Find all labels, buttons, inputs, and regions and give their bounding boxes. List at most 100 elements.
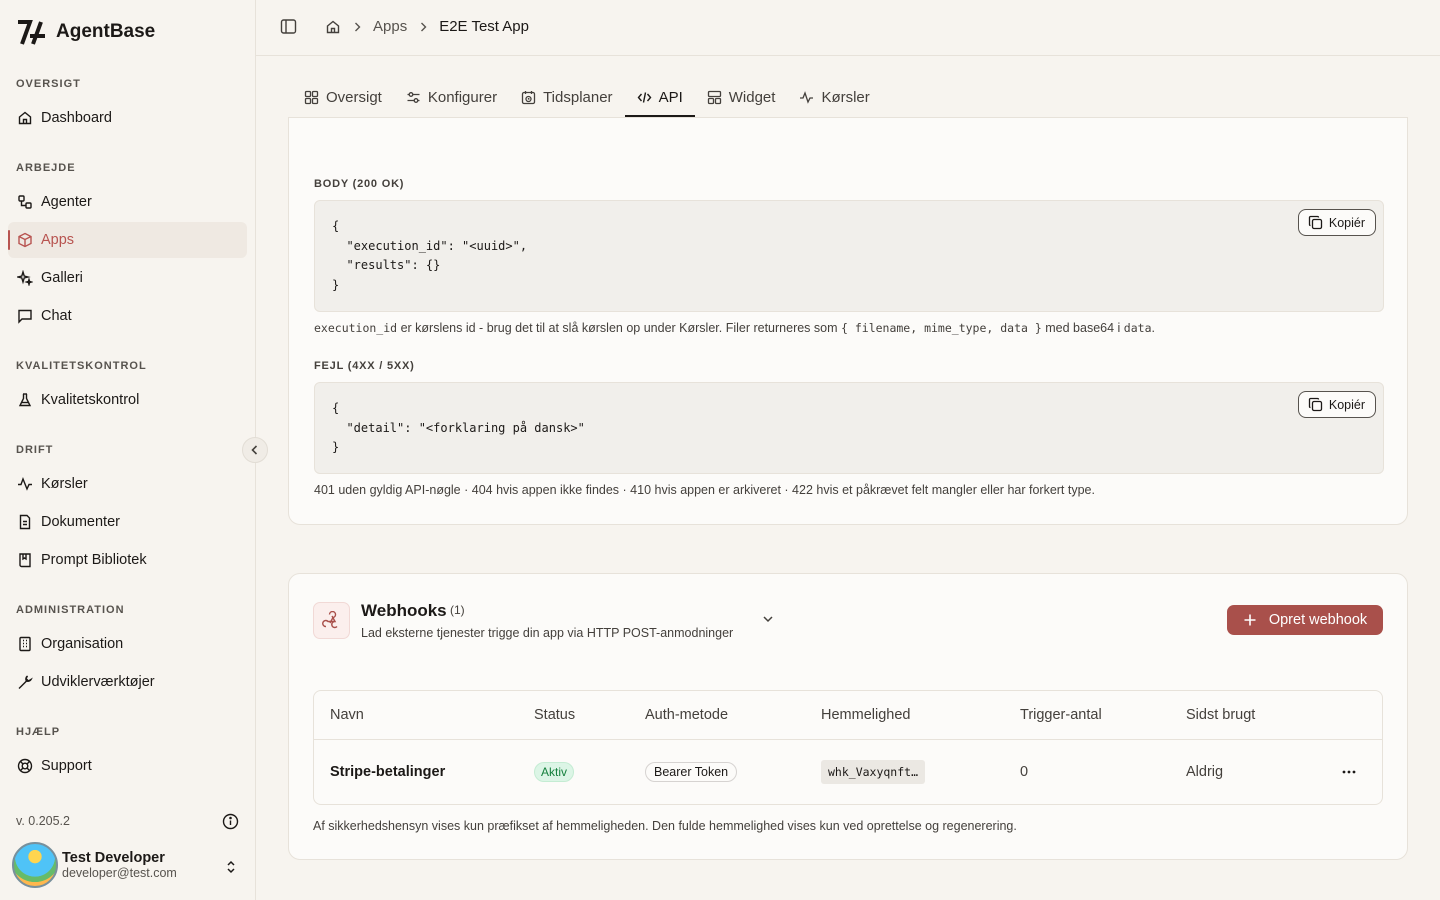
note-text: er kørslens id - brug det til at slå kør… [397,321,841,335]
sidebar-item-label: Prompt Bibliotek [41,552,147,568]
tab-bar: Oversigt Konfigurer Tidsplaner API Widge… [292,78,882,117]
section-label-kvalitet: KVALITETSKONTROL [16,360,147,372]
secret-cell: whk_Vaxyqnft… [821,740,926,804]
lifebuoy-icon [17,758,33,774]
body-note: execution_id er kørslens id - brug det t… [314,321,1155,335]
topbar: Apps E2E Test App [256,0,1440,56]
secret-prefix: whk_Vaxyqnft… [821,760,926,784]
column-header-auth: Auth-metode [645,707,729,723]
home-icon [18,111,32,125]
webhooks-title: Webhooks [361,601,447,620]
create-webhook-button[interactable]: Opret webhook [1227,605,1383,635]
sidebar-item-chat[interactable]: Chat [8,298,247,334]
chevrons-up-down-icon[interactable] [223,859,239,875]
body-code-block[interactable]: { "execution_id": "<uuid>", "results": {… [314,200,1384,312]
webhook-icon-box [313,602,350,639]
column-header-sidst-brugt: Sidst brugt [1186,707,1256,723]
webhooks-card: Webhooks (1) Lad eksterne tjenester trig… [288,573,1408,860]
copy-icon [1308,215,1323,230]
info-icon[interactable] [222,813,239,830]
book-icon [19,553,31,568]
chevron-left-icon [251,445,258,455]
webhooks-subtitle: Lad eksterne tjenester trigge din app vi… [361,626,734,640]
tab-widget[interactable]: Widget [695,78,788,117]
sidebar-item-udviklervaerktojer[interactable]: Udviklerværktøjer [8,664,247,700]
copy-button[interactable]: Kopiér [1297,209,1376,236]
sidebar-item-kvalitetskontrol[interactable]: Kvalitetskontrol [8,382,247,418]
sidebar-item-label: Udviklerværktøjer [41,674,155,690]
sidebar-item-label: Dokumenter [41,514,120,530]
code-icon [637,92,651,103]
sidebar-item-label: Support [41,758,92,774]
note-text: med base64 i [1041,321,1124,335]
section-label-oversigt: OVERSIGT [16,78,81,90]
create-webhook-label: Opret webhook [1268,612,1368,628]
layout-icon [707,90,721,105]
sidebar-item-galleri[interactable]: Galleri [8,260,247,296]
sidebar-item-dokumenter[interactable]: Dokumenter [8,504,247,540]
breadcrumb-apps[interactable]: Apps [373,18,407,35]
sidebar-toggle-icon[interactable] [280,18,297,35]
more-horizontal-icon[interactable] [1340,763,1358,781]
plus-icon [1244,614,1256,626]
tab-label: Kørsler [821,89,870,106]
tab-api[interactable]: API [624,78,695,117]
document-icon [19,514,31,530]
sidebar-item-organisation[interactable]: Organisation [8,626,247,662]
tab-label: Konfigurer [427,89,498,106]
sidebar: AgentBase OVERSIGT Dashboard ARBEJDE Age… [0,0,256,900]
workflow-icon [18,195,32,209]
wrench-icon [18,675,33,689]
tab-tidsplaner[interactable]: Tidsplaner [509,78,624,117]
webhook-icon [322,611,338,629]
webhooks-count: (1) [450,603,465,617]
trigger-count: 0 [1020,764,1029,780]
agentbase-logo-icon [18,20,45,45]
api-response-card: BODY (200 OK) { "execution_id": "<uuid>"… [288,118,1408,525]
user-name: Test Developer [62,850,165,866]
chevron-right-icon [355,22,361,31]
tab-label: Tidsplaner [543,89,613,106]
sidebar-item-dashboard[interactable]: Dashboard [8,100,247,136]
grid-icon [304,90,319,105]
error-code-block[interactable]: { "detail": "<forklaring på dansk>" } Kop… [314,382,1384,474]
settings-sliders-icon [407,92,420,103]
note-code-execution-id: execution_id [314,321,398,335]
home-icon[interactable] [325,19,341,35]
sidebar-item-apps[interactable]: Apps [8,222,247,258]
sidebar-item-prompt-bibliotek[interactable]: Prompt Bibliotek [8,542,247,578]
auth-cell: Bearer Token [645,740,738,804]
note-code-files: { filename, mime_type, data } [841,321,1042,335]
tab-korsler[interactable]: Kørsler [787,78,881,117]
calendar-clock-icon [521,91,536,105]
sidebar-item-label: Dashboard [41,110,112,126]
version-label: v. 0.205.2 [16,814,70,828]
activity-icon [800,91,814,104]
copy-label: Kopiér [1328,397,1365,412]
sidebar-item-korsler[interactable]: Kørsler [8,466,247,502]
status-badge: Aktiv [534,762,575,782]
building-icon [19,636,31,652]
copy-button[interactable]: Kopiér [1297,391,1376,418]
user-email: developer@test.com [62,866,177,880]
table-row[interactable]: Stripe-betalinger Aktiv Bearer Token whk… [314,740,1382,804]
tab-oversigt[interactable]: Oversigt [292,78,394,117]
tab-konfigurer[interactable]: Konfigurer [394,78,509,117]
chevron-down-icon[interactable] [761,612,775,626]
sidebar-collapse-button[interactable] [242,437,268,463]
flask-icon [18,393,32,407]
column-header-hemmelighed: Hemmelighed [821,707,911,723]
sidebar-item-agenter[interactable]: Agenter [8,184,247,220]
column-header-trigger-antal: Trigger-antal [1020,707,1102,723]
package-icon [18,232,32,248]
webhooks-table: Navn Status Auth-metode Hemmelighed Trig… [313,690,1383,805]
secret-note: Af sikkerhedshensyn vises kun præfikset … [313,819,1017,833]
chevron-right-icon [421,22,427,31]
brand[interactable]: AgentBase [16,18,155,46]
breadcrumb: Apps E2E Test App [280,18,529,35]
error-note: 401 uden gyldig API-nøgle · 404 hvis app… [314,483,1095,497]
user-menu[interactable]: Test Developer developer@test.com [12,842,177,888]
sidebar-item-support[interactable]: Support [8,748,247,784]
sidebar-item-label: Organisation [41,636,124,652]
app-name: AgentBase [56,21,156,42]
